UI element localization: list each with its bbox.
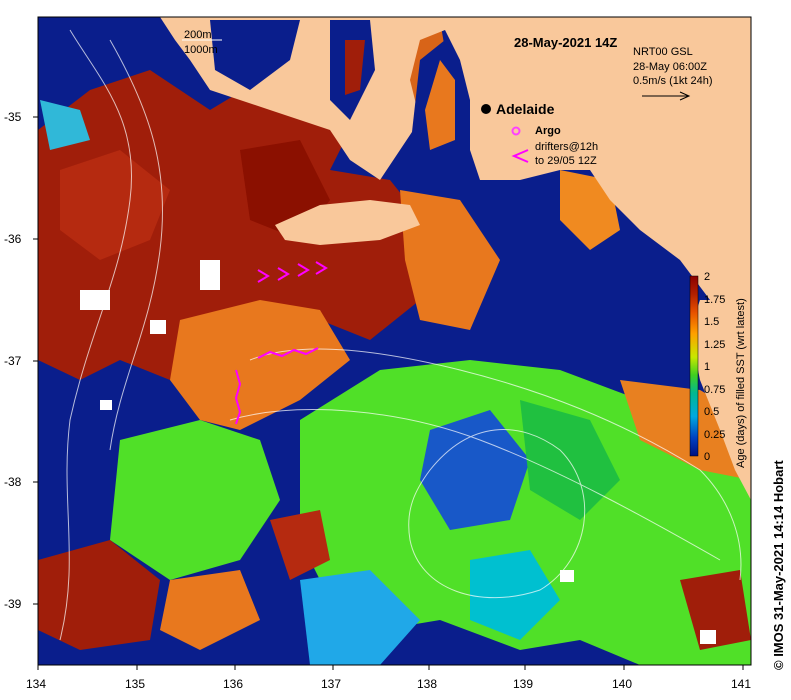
colorbar-tick-label: 2 bbox=[704, 271, 710, 283]
credit-text: © IMOS 31-May-2021 14:14 Hobart bbox=[771, 460, 786, 670]
colorbar-tick-label: 1.25 bbox=[704, 339, 725, 351]
x-tick-label: 141 bbox=[731, 677, 751, 691]
colorbar-tick-label: 1 bbox=[704, 361, 710, 373]
colorbar-tick-label: 0.75 bbox=[704, 384, 725, 396]
colorbar-tick-label: 0.5 bbox=[704, 406, 719, 418]
depth-legend-200m: 200m bbox=[184, 29, 212, 41]
colorbar-tick-label: 1.75 bbox=[704, 294, 725, 306]
y-tick-label: -39 bbox=[4, 597, 22, 611]
drifters-label-line2: to 29/05 12Z bbox=[535, 155, 597, 167]
colorbar-gradient bbox=[689, 275, 699, 457]
y-tick-label: -37 bbox=[4, 354, 22, 368]
y-tick-label: -38 bbox=[4, 475, 22, 489]
city-label-adelaide: Adelaide bbox=[496, 101, 555, 117]
map-title: 28-May-2021 14Z bbox=[514, 35, 617, 50]
drifters-label-line1: drifters@12h bbox=[535, 141, 598, 153]
current-legend-line2: 28-May 06:00Z bbox=[633, 61, 707, 73]
x-tick-label: 138 bbox=[417, 677, 437, 691]
y-tick-label: -35 bbox=[4, 110, 22, 124]
x-tick-label: 140 bbox=[612, 677, 632, 691]
depth-legend-1000m: 1000m bbox=[184, 44, 218, 56]
x-tick-label: 139 bbox=[513, 677, 533, 691]
x-tick-label: 137 bbox=[321, 677, 341, 691]
x-tick-label: 136 bbox=[223, 677, 243, 691]
x-tick-label: 134 bbox=[26, 677, 46, 691]
x-tick-label: 135 bbox=[125, 677, 145, 691]
argo-label: Argo bbox=[535, 125, 561, 137]
colorbar-tick-label: 0.25 bbox=[704, 429, 725, 441]
colorbar-tick-label: 0 bbox=[704, 451, 710, 463]
colorbar-label: Age (days) of filled SST (wrt latest) bbox=[735, 298, 747, 468]
y-axis: -35 -36 -37 -38 -39 bbox=[4, 110, 38, 611]
colorbar-tick-label: 1.5 bbox=[704, 316, 719, 328]
x-axis: 134 135 136 137 138 139 140 141 bbox=[26, 665, 751, 691]
sst-age-map: 200m 1000m 28-May-2021 14Z NRT00 GSL 28-… bbox=[4, 16, 786, 691]
city-dot-icon bbox=[481, 104, 491, 114]
current-legend-line1: NRT00 GSL bbox=[633, 46, 693, 58]
y-tick-label: -36 bbox=[4, 232, 22, 246]
current-legend-line3: 0.5m/s (1kt 24h) bbox=[633, 75, 712, 87]
